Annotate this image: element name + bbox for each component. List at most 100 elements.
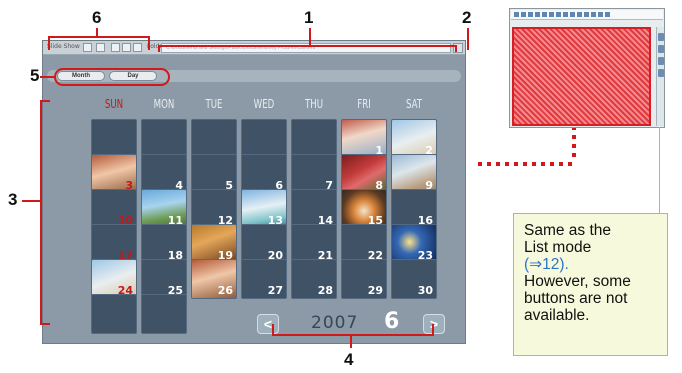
day-cell[interactable]: 5 [191, 154, 237, 194]
day-cell[interactable]: 16 [391, 189, 437, 229]
callout-3-bracket-bottom [40, 323, 50, 325]
day-cell[interactable]: 4 [141, 154, 187, 194]
day-cell[interactable]: 7 [291, 154, 337, 194]
callout-2-leader [467, 28, 469, 50]
day-cell[interactable] [91, 294, 137, 334]
connector-dot [550, 162, 554, 166]
day-cell[interactable]: 10 [91, 189, 137, 229]
day-cell-with-photo[interactable]: 26 [191, 259, 237, 299]
day-cell[interactable]: 29 [341, 259, 387, 299]
day-cell-with-photo[interactable]: 24 [91, 259, 137, 299]
thumbnail-toolbar [511, 10, 663, 20]
month-display: 6 [384, 309, 400, 334]
day-cell[interactable] [91, 119, 137, 159]
connector-dot [514, 162, 518, 166]
weekday-sat: SAT [405, 97, 423, 111]
toolbar-icon [605, 12, 610, 17]
callout-4-bracket-left [272, 324, 274, 336]
note-line: buttons are not [524, 290, 628, 307]
day-cell[interactable] [191, 119, 237, 159]
day-cell-with-photo[interactable]: 19 [191, 224, 237, 264]
day-cell[interactable] [241, 119, 287, 159]
connector-dot [487, 162, 491, 166]
note-page-reference: (⇒12). [524, 256, 569, 273]
toolbar-icon [570, 12, 575, 17]
day-cell-with-photo[interactable]: 11 [141, 189, 187, 229]
callout-5-leader [40, 76, 54, 78]
connector-dot [478, 162, 482, 166]
toolbar-icon [563, 12, 568, 17]
day-cell[interactable]: 12 [191, 189, 237, 229]
connector-dot [541, 162, 545, 166]
day-cell[interactable]: 6 [241, 154, 287, 194]
view-button-3[interactable] [133, 43, 142, 52]
toolbar-icon [549, 12, 554, 17]
day-cell-with-photo[interactable]: 15 [341, 189, 387, 229]
weekday-sun: SUN [104, 97, 124, 111]
day-cell-with-photo[interactable]: 1 [341, 119, 387, 159]
day-cell[interactable] [141, 294, 187, 334]
toolbar-icon [556, 12, 561, 17]
callout-6-bracket [48, 36, 150, 38]
side-icon [658, 45, 664, 53]
toolbar-icon [584, 12, 589, 17]
connector-dot [559, 162, 563, 166]
connector-dot [568, 162, 572, 166]
day-cell[interactable]: 25 [141, 259, 187, 299]
day-cell[interactable] [141, 119, 187, 159]
connector-dot [523, 162, 527, 166]
toolbar-icon [591, 12, 596, 17]
thumbnail-side-panel [656, 27, 664, 126]
day-cell[interactable]: 18 [141, 224, 187, 264]
connector-dot [505, 162, 509, 166]
callout-5-highlight [54, 68, 170, 86]
callout-5: 5 [30, 66, 40, 85]
day-cell[interactable]: 21 [291, 224, 337, 264]
day-cell-with-photo[interactable]: 23 [391, 224, 437, 264]
slideshow-label: Slide Show [47, 43, 80, 50]
callout-6-bracket-left [48, 36, 50, 50]
day-cell-with-photo[interactable]: 2 [391, 119, 437, 159]
callout-2: 2 [462, 8, 472, 27]
day-cell[interactable]: 22 [341, 224, 387, 264]
year-display: 2007 [311, 313, 359, 333]
day-cell[interactable]: 20 [241, 224, 287, 264]
prev-month-button[interactable]: < [257, 314, 279, 334]
callout-1-bracket-right [455, 45, 457, 52]
weekday-fri: FRI [357, 97, 371, 111]
side-icon [658, 69, 664, 77]
day-cell-with-photo[interactable]: 3 [91, 154, 137, 194]
callout-1-bracket [158, 45, 456, 47]
callout-6: 6 [92, 8, 102, 27]
day-number: 26 [217, 284, 233, 297]
note-line: Same as the [524, 222, 612, 239]
weekday-wed: WED [253, 97, 275, 111]
day-cell[interactable]: 14 [291, 189, 337, 229]
top-toolbar: Slide Show Folder C:\Documents and Setti… [43, 41, 465, 55]
connector-dot [532, 162, 536, 166]
day-cell-with-photo[interactable]: 13 [241, 189, 287, 229]
callout-3-bracket-top [40, 100, 50, 102]
slideshow-play-button[interactable] [83, 43, 92, 52]
toolbar-icon [577, 12, 582, 17]
day-cell-with-photo[interactable]: 8 [341, 154, 387, 194]
weekday-mon: MON [153, 97, 175, 111]
connector-dot [572, 153, 576, 157]
day-cell-with-photo[interactable]: 9 [391, 154, 437, 194]
highlighted-content-area [512, 27, 651, 126]
toolbar-icon [521, 12, 526, 17]
view-button-1[interactable] [111, 43, 120, 52]
day-cell[interactable]: 28 [291, 259, 337, 299]
view-button-2[interactable] [122, 43, 131, 52]
day-cell[interactable]: 27 [241, 259, 287, 299]
day-cell[interactable]: 17 [91, 224, 137, 264]
callout-4-bracket [272, 334, 434, 336]
day-cell[interactable] [291, 119, 337, 159]
slideshow-settings-button[interactable] [96, 43, 105, 52]
toolbar-icon [528, 12, 533, 17]
day-cell[interactable]: 30 [391, 259, 437, 299]
toolbar-icon [535, 12, 540, 17]
day-number: 29 [367, 284, 383, 297]
next-month-button[interactable]: > [423, 314, 445, 334]
day-number: 30 [417, 284, 433, 297]
